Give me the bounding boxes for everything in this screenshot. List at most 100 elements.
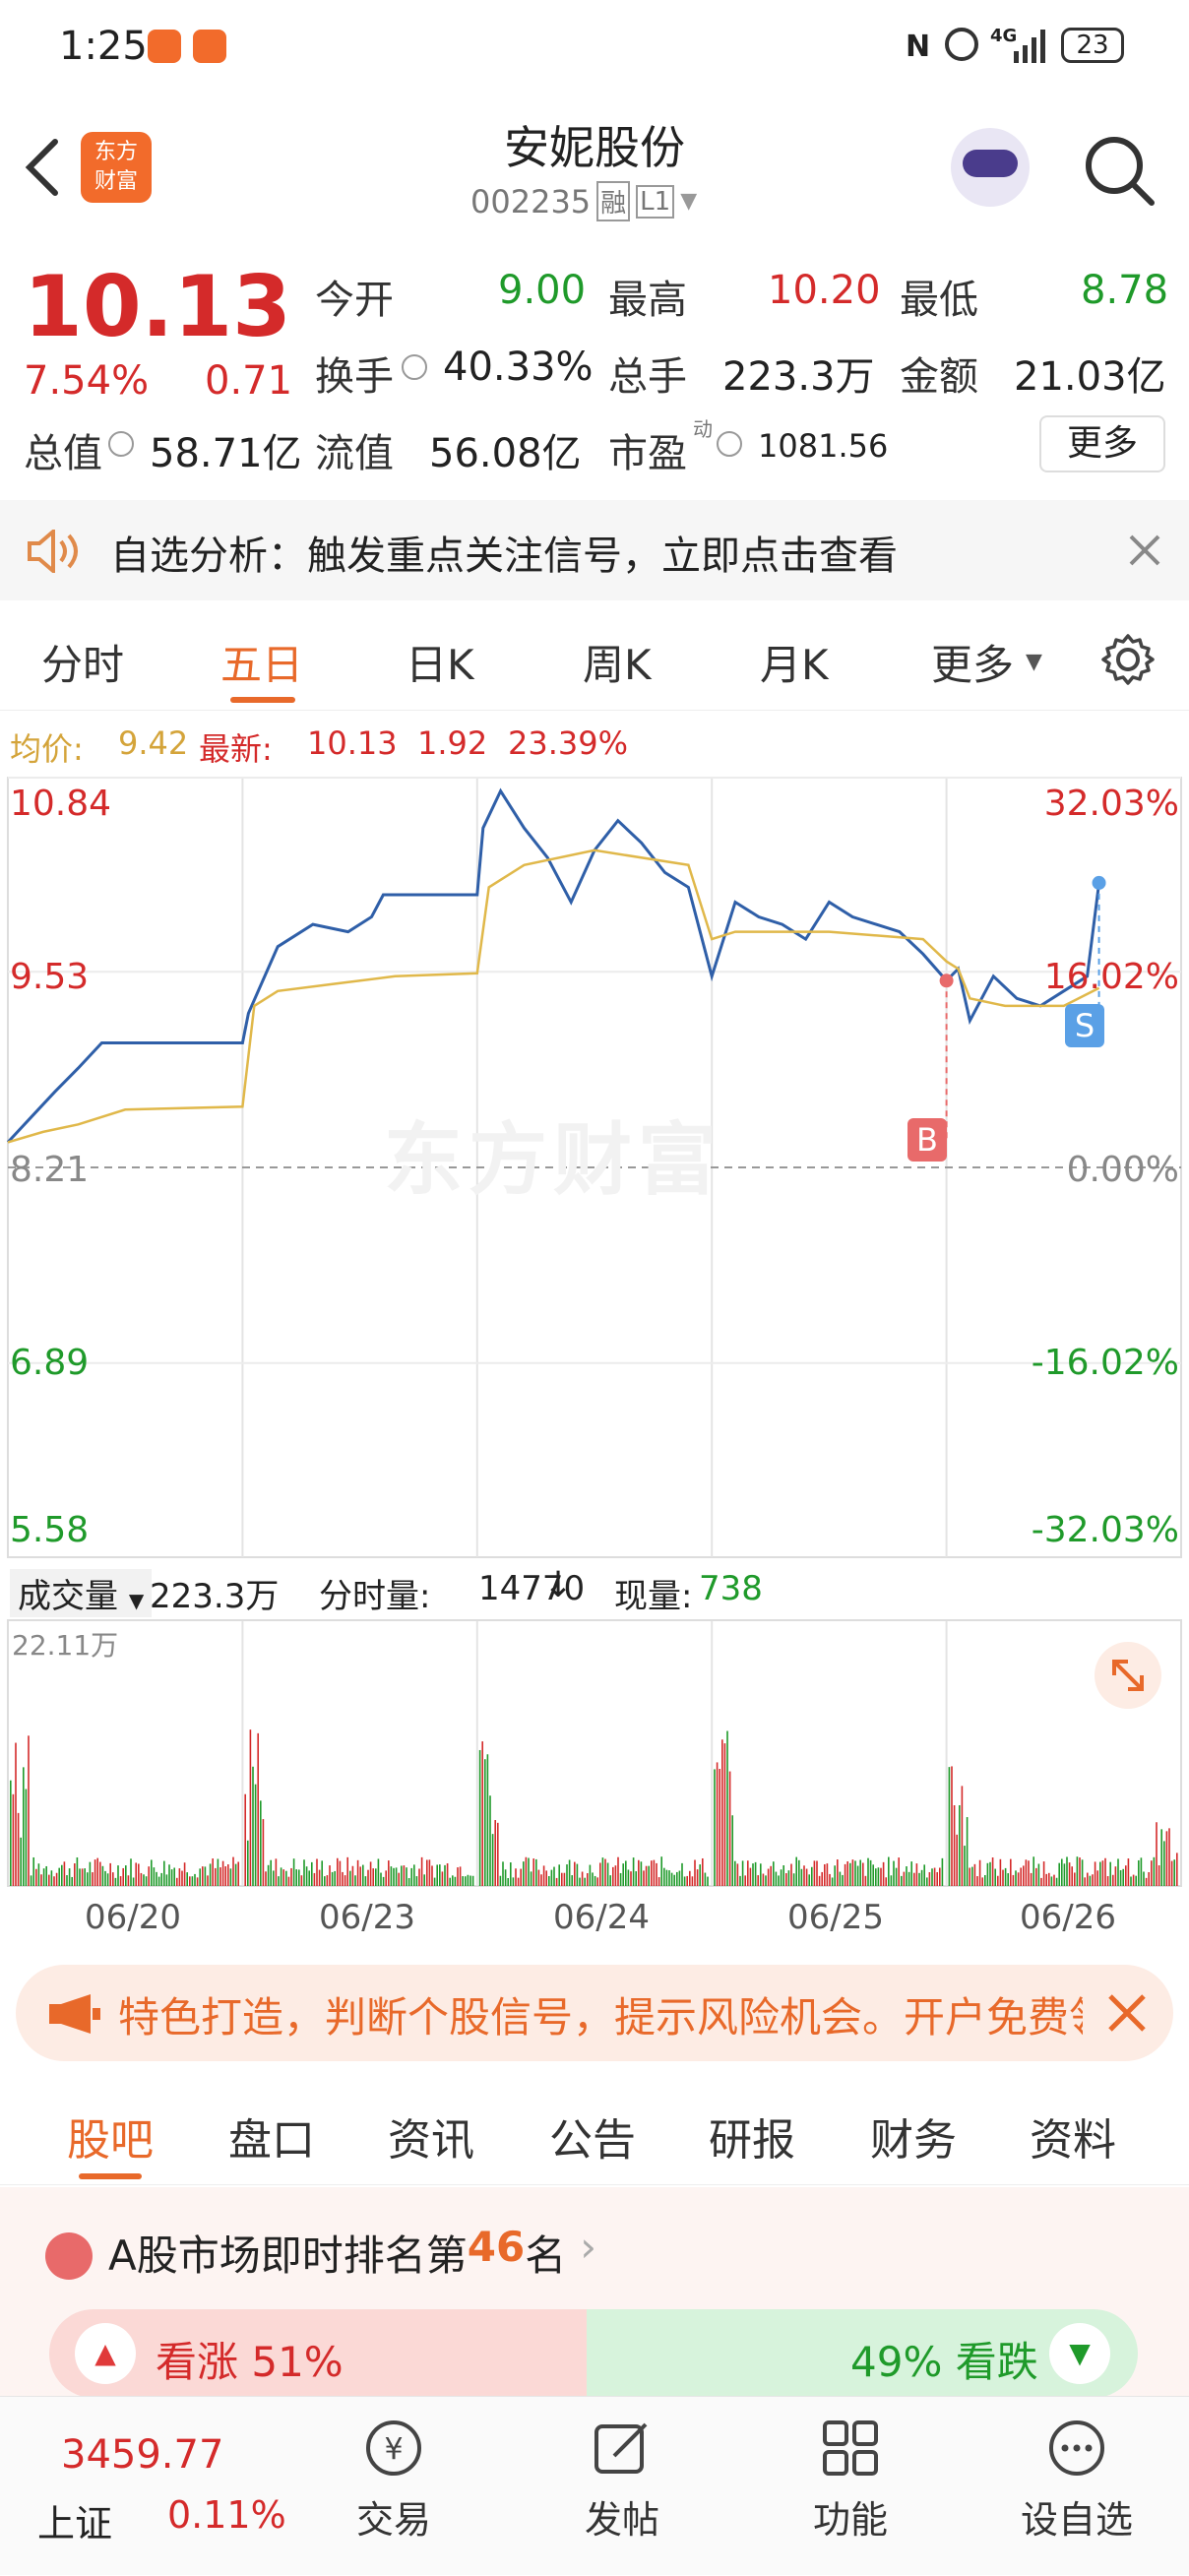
tab-finance[interactable]: 财务: [870, 2105, 957, 2168]
info-icon[interactable]: [108, 431, 134, 457]
volume-bar: [773, 1861, 775, 1886]
volume-bar: [1040, 1877, 1042, 1886]
volume-bar: [969, 1867, 970, 1886]
volume-bar: [596, 1877, 598, 1886]
pe-value: 1081.56: [758, 427, 889, 465]
gear-icon[interactable]: [1100, 632, 1156, 687]
status-bar: 1:25 N 4G 23: [0, 0, 1189, 98]
tab-weekly-k[interactable]: 周K: [583, 632, 652, 692]
volume-bar: [1053, 1874, 1055, 1886]
volume-bar: [984, 1874, 986, 1886]
rank-text[interactable]: A股市场即时排名第 46 名 ›: [108, 2223, 596, 2283]
volume-bar: [1122, 1868, 1124, 1886]
tab-daily-k[interactable]: 日K: [406, 632, 474, 692]
volume-bar: [728, 1771, 731, 1886]
volume-bar: [997, 1875, 999, 1886]
info-icon[interactable]: [717, 431, 742, 457]
volume-bar: [1012, 1874, 1015, 1886]
volume-bar: [407, 1877, 410, 1886]
sell-marker[interactable]: S: [1065, 1004, 1104, 1047]
volume-bar: [739, 1875, 741, 1886]
nav-functions[interactable]: 功能: [782, 2417, 919, 2544]
notice-bar[interactable]: 自选分析：触发重点关注信号，立即点击查看: [0, 500, 1189, 600]
volume-bar: [305, 1866, 308, 1886]
volume-bar: [568, 1859, 571, 1886]
volume-bar: [782, 1864, 784, 1886]
robot-assistant-icon[interactable]: [951, 128, 1030, 207]
rank-prefix: A股市场即时排名第: [108, 2231, 468, 2280]
arrow-down-icon: ↓: [543, 1565, 574, 1605]
index-change: 0.11%: [167, 2493, 286, 2537]
tab-profile[interactable]: 资料: [1030, 2105, 1116, 2168]
volume-bar: [247, 1840, 249, 1886]
tick-volume-label: 分时量:: [319, 1577, 431, 1616]
chart-canvas[interactable]: [0, 772, 1189, 1894]
y-left-label: 5.58: [10, 1510, 90, 1550]
volume-bar: [308, 1870, 310, 1886]
nav-watchlist[interactable]: 设自选: [1008, 2417, 1146, 2544]
volume-bar: [260, 1800, 262, 1886]
bullish-button[interactable]: ▲ 看涨 51%: [49, 2309, 600, 2398]
tab-more[interactable]: 更多: [931, 632, 1014, 692]
search-icon[interactable]: [1083, 134, 1158, 209]
close-icon[interactable]: [1128, 534, 1161, 567]
volume-bar: [89, 1861, 92, 1886]
tab-intraday[interactable]: 分时: [41, 632, 124, 692]
volume-bar: [478, 1749, 481, 1886]
volume-bar: [719, 1769, 720, 1886]
volume-bar: [84, 1868, 86, 1886]
volume-selector[interactable]: 成交量 ▼: [10, 1569, 153, 1617]
volume-bar: [1071, 1866, 1073, 1886]
volume-bar: [893, 1860, 895, 1886]
volume-bar: [234, 1863, 237, 1886]
price-chart[interactable]: 东方财富 10.84 9.53 8.21 6.89 5.58 32.03% 16…: [0, 772, 1189, 1894]
volume-bar: [973, 1863, 976, 1886]
buy-marker[interactable]: B: [907, 1118, 947, 1162]
volume-bar: [145, 1876, 148, 1886]
now-volume-label: 现量:: [614, 1577, 693, 1616]
more-button[interactable]: 更多: [1039, 415, 1165, 472]
volume-bar: [462, 1876, 464, 1886]
info-icon[interactable]: [402, 354, 427, 380]
nav-trade[interactable]: ¥ 交易: [325, 2417, 463, 2544]
tab-five-day[interactable]: 五日: [220, 632, 303, 692]
volume-bar: [364, 1876, 367, 1886]
volume-bar: [989, 1861, 991, 1886]
tab-news[interactable]: 资讯: [388, 2105, 474, 2168]
promo-banner[interactable]: 特色打造，判断个股信号，提示风险机会。开户免费领: [16, 1965, 1173, 2061]
volume-bar: [604, 1858, 606, 1886]
volume-bar: [196, 1877, 199, 1886]
volume-bar: [1081, 1859, 1084, 1886]
nav-label: 发帖: [584, 2498, 659, 2542]
tab-orderbook[interactable]: 盘口: [228, 2105, 315, 2168]
index-ticker[interactable]: 3459.77 上证 0.11%: [0, 2397, 286, 2576]
volume-bar: [638, 1859, 640, 1886]
volume-bar: [329, 1865, 331, 1886]
volume-bar: [92, 1872, 94, 1886]
volume-bar: [915, 1863, 918, 1886]
tab-research[interactable]: 研报: [709, 2105, 795, 2168]
expand-button[interactable]: [1095, 1642, 1161, 1709]
volume-bar: [173, 1867, 175, 1886]
volume-bar: [670, 1872, 673, 1886]
tab-announcements[interactable]: 公告: [549, 2105, 636, 2168]
tab-forum[interactable]: 股吧: [67, 2105, 154, 2168]
volume-bar: [66, 1875, 68, 1886]
more-dots-icon: [1049, 2420, 1104, 2476]
bearish-button[interactable]: 49% 看跌 ▼: [587, 2309, 1138, 2398]
volume-bar: [446, 1863, 449, 1886]
stock-code-row[interactable]: 002235 融 L1 ▼: [470, 181, 697, 221]
volume-bar: [805, 1868, 808, 1886]
low-label: 最低: [900, 278, 978, 323]
close-icon[interactable]: [1106, 1992, 1148, 2034]
volume-bar: [1025, 1859, 1028, 1886]
volume-bar: [311, 1861, 313, 1886]
volume-bar: [148, 1866, 150, 1886]
volume-bar: [388, 1860, 390, 1886]
volume-bar: [540, 1874, 542, 1886]
nav-post[interactable]: 发帖: [553, 2417, 691, 2544]
volume-bar: [948, 1767, 951, 1886]
tab-monthly-k[interactable]: 月K: [760, 632, 829, 692]
volume-bar: [369, 1861, 372, 1886]
volume-bar: [617, 1856, 619, 1886]
